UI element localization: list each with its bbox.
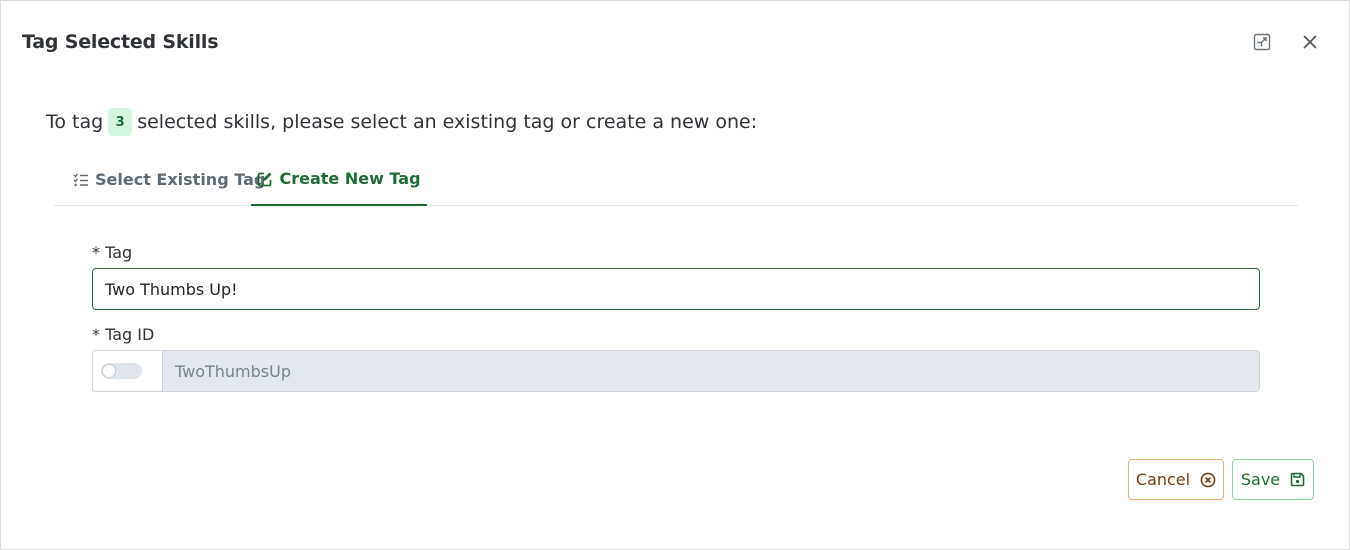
toggle-knob — [102, 364, 116, 378]
list-check-icon — [73, 173, 88, 186]
floppy-disk-icon — [1290, 472, 1305, 487]
save-button-label: Save — [1240, 470, 1281, 489]
tag-id-input-group: TwoThumbsUp — [92, 350, 1260, 392]
save-button[interactable]: Save — [1232, 459, 1314, 500]
tag-id-field-label: * Tag ID — [92, 325, 155, 344]
dialog-title: Tag Selected Skills — [22, 31, 219, 53]
tag-id-input[interactable]: TwoThumbsUp — [163, 351, 1259, 391]
selected-count-badge: 3 — [108, 108, 133, 136]
tag-input[interactable] — [92, 268, 1260, 310]
tag-id-edit-toggle[interactable] — [101, 363, 142, 379]
tag-id-toggle-container — [93, 351, 163, 391]
tab-create-new-tag[interactable]: Create New Tag — [251, 153, 427, 206]
tab-select-existing-tag-label: Select Existing Tag — [95, 170, 266, 189]
circle-x-icon — [1200, 472, 1216, 487]
edit-icon — [258, 172, 272, 186]
window-restore-icon — [1253, 33, 1271, 51]
cancel-button-label: Cancel — [1135, 470, 1191, 489]
cancel-button[interactable]: Cancel — [1128, 459, 1224, 500]
close-icon — [1303, 35, 1317, 49]
tab-select-existing-tag[interactable]: Select Existing Tag — [73, 153, 265, 206]
intro-prefix: To tag — [46, 111, 104, 133]
close-button[interactable] — [1298, 30, 1322, 54]
tag-skills-dialog: Tag Selected Skills To tag 3 selected sk… — [0, 0, 1350, 550]
minimize-button[interactable] — [1250, 30, 1274, 54]
tag-mode-tabs: Select Existing Tag Create New Tag — [54, 153, 1298, 206]
intro-suffix: selected skills, please select an existi… — [137, 111, 758, 133]
intro-text: To tag 3 selected skills, please select … — [46, 108, 757, 136]
tag-field-label: * Tag — [92, 243, 133, 262]
tab-create-new-tag-label: Create New Tag — [279, 169, 421, 188]
